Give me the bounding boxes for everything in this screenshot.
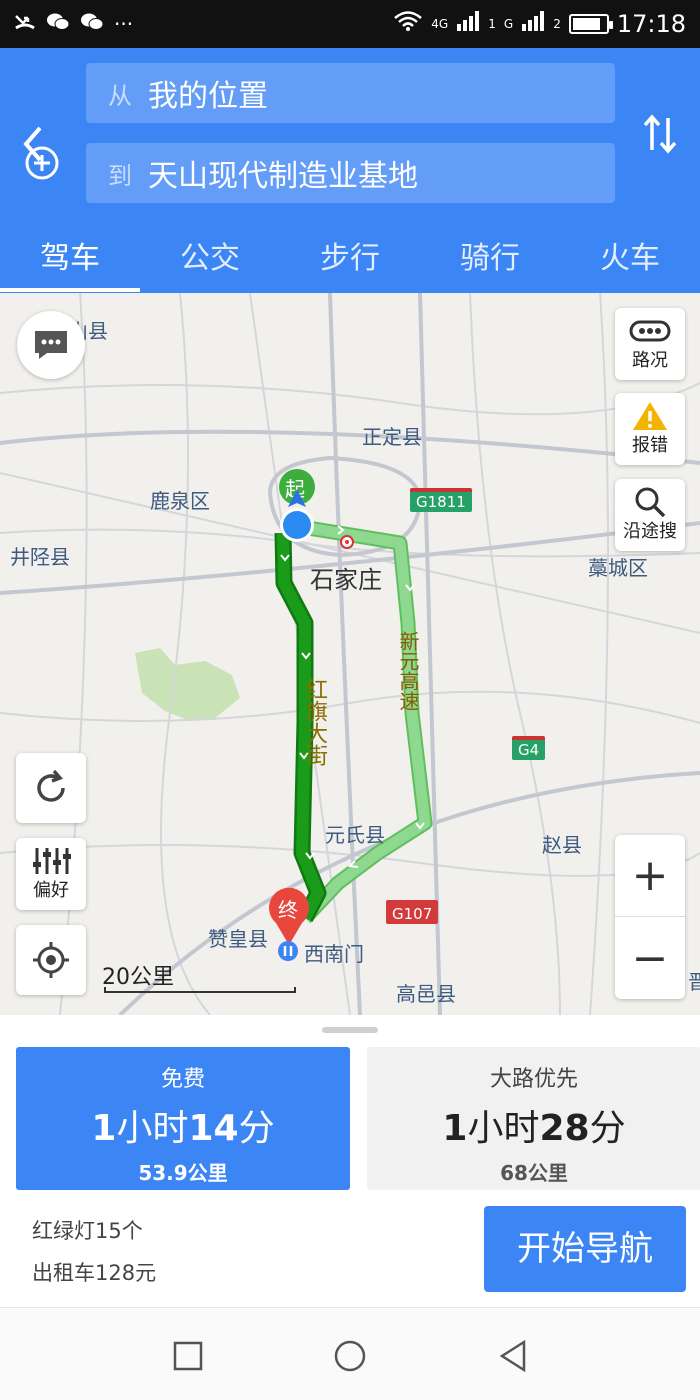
swap-arrows-icon [643, 114, 677, 154]
current-location-icon [278, 489, 316, 545]
warning-icon [632, 401, 668, 431]
route-distance: 68公里 [500, 1161, 568, 1185]
poi-pin-icon [276, 939, 300, 967]
clock: 17:18 [616, 10, 686, 38]
origin-value: 我的位置 [148, 79, 268, 114]
traffic-button[interactable]: 路况 [615, 308, 685, 380]
square-icon [173, 1341, 203, 1371]
search-along-button[interactable]: 沿途搜 [615, 479, 685, 551]
map-label-zhaoxian: 赵县 [542, 833, 582, 857]
back-nav-button[interactable] [494, 1336, 534, 1376]
map-label-jingxing: 井陉县 [10, 545, 70, 569]
route-name: 大路优先 [489, 1067, 578, 1092]
route-option-free[interactable]: 免费 1小时14分 53.9公里 [16, 1047, 350, 1190]
tab-train[interactable]: 火车 [560, 230, 700, 292]
map-view[interactable]: 山县 正定县 鹿泉区 井陉县 石家庄 藁城区 元氏县 赵县 赞皇县 高邑县 晋 … [0, 293, 700, 1015]
add-waypoint-button[interactable] [22, 143, 62, 183]
zoom-in-button[interactable]: + [615, 835, 685, 917]
refresh-button[interactable] [16, 753, 86, 823]
route-option-main-roads[interactable]: 大路优先 1小时28分 68公里 [367, 1047, 700, 1190]
map-label-jin: 晋 [688, 970, 700, 994]
drag-handle[interactable] [322, 1027, 378, 1033]
plus-circle-icon [25, 146, 59, 180]
sliders-icon [31, 846, 71, 876]
home-button[interactable] [330, 1336, 370, 1376]
map-label-shijiazhuang: 石家庄 [310, 566, 382, 594]
traffic-icon [629, 316, 671, 346]
route-name: 免费 [160, 1067, 205, 1092]
map-label-yuanshi: 元氏县 [325, 823, 385, 847]
map-label-gaoyi: 高邑县 [396, 982, 456, 1006]
map-label-luquan: 鹿泉区 [150, 489, 210, 513]
preference-label: 偏好 [33, 880, 69, 901]
end-marker-label: 终 [278, 898, 298, 922]
sim1-label: 1 [488, 17, 496, 31]
tab-bike[interactable]: 骑行 [420, 230, 560, 292]
circle-icon [334, 1340, 366, 1372]
road-label-hongqi: 红旗大街 [302, 678, 327, 766]
road-label-xinyuan: 新元高速 [396, 631, 420, 711]
scale-bar [104, 987, 296, 993]
message-button[interactable] [17, 311, 85, 379]
route-time: 1小时28分 [442, 1108, 626, 1149]
network-type-2: G [503, 17, 514, 31]
refresh-icon [37, 769, 65, 802]
route-panel: 免费 1小时14分 53.9公里 大路优先 1小时28分 68公里 红绿灯15个… [0, 1015, 700, 1307]
map-roads [0, 293, 700, 1015]
report-label: 报错 [632, 435, 668, 456]
highway-shield-g4: G4 [512, 736, 546, 760]
recents-button[interactable] [168, 1336, 208, 1376]
missed-call-icon [14, 12, 36, 37]
map-label-gaocheng: 藁城区 [588, 556, 648, 580]
preference-button[interactable]: 偏好 [16, 838, 86, 910]
zoom-control: + − [615, 835, 685, 999]
destination-field[interactable]: 到 天山现代制造业基地 [86, 143, 615, 203]
triangle-back-icon [499, 1339, 526, 1373]
poi-xinanmen[interactable]: 西南门 [276, 938, 364, 967]
start-navigation-button[interactable]: 开始导航 [484, 1206, 686, 1292]
transport-tabs: 驾车 公交 步行 骑行 火车 [0, 230, 700, 292]
traffic-light-count: 红绿灯15个 [32, 1219, 143, 1243]
network-type-1: 4G [431, 17, 449, 31]
route-time: 1小时14分 [91, 1108, 275, 1149]
map-label-zanhuang: 赞皇县 [208, 927, 268, 951]
taxi-fare: 出租车128元 [32, 1261, 157, 1285]
crosshair-icon [33, 942, 69, 978]
search-icon [634, 487, 666, 518]
signal-icon [521, 10, 545, 38]
search-along-label: 沿途搜 [623, 521, 677, 542]
system-nav-bar [0, 1307, 700, 1400]
route-header: 从 我的位置 到 天山现代制造业基地 驾车 公交 步行 骑行 火车 [0, 48, 700, 293]
chat-bubble-icon [35, 331, 67, 359]
battery-icon [568, 14, 613, 34]
wechat-icon [46, 12, 70, 37]
tab-walk[interactable]: 步行 [280, 230, 420, 292]
origin-field[interactable]: 从 我的位置 [86, 63, 615, 123]
swap-button[interactable] [640, 112, 680, 156]
status-bar: ··· 4G 1 G 2 17:18 [0, 0, 700, 48]
zoom-out-button[interactable]: − [615, 917, 685, 999]
highway-shield-g107: G107 [386, 900, 439, 924]
map-label-zhengding: 正定县 [362, 425, 422, 449]
wechat-icon [80, 12, 104, 37]
map-label-xinanmen: 西南门 [304, 942, 364, 966]
tab-drive[interactable]: 驾车 [0, 230, 140, 292]
locate-me-button[interactable] [16, 925, 86, 995]
more-dots-icon: ··· [114, 12, 134, 36]
origin-prefix: 从 [108, 81, 132, 110]
route-distance: 53.9公里 [138, 1161, 228, 1185]
highway-shield-g1811: G1811 [410, 488, 472, 512]
report-button[interactable]: 报错 [615, 393, 685, 465]
wifi-icon [393, 10, 423, 38]
park-area [135, 648, 240, 721]
signal-icon [456, 10, 480, 38]
traffic-label: 路况 [632, 350, 668, 371]
destination-value: 天山现代制造业基地 [148, 159, 418, 194]
sim2-label: 2 [553, 17, 561, 31]
destination-prefix: 到 [108, 161, 132, 190]
tab-bus[interactable]: 公交 [140, 230, 280, 292]
